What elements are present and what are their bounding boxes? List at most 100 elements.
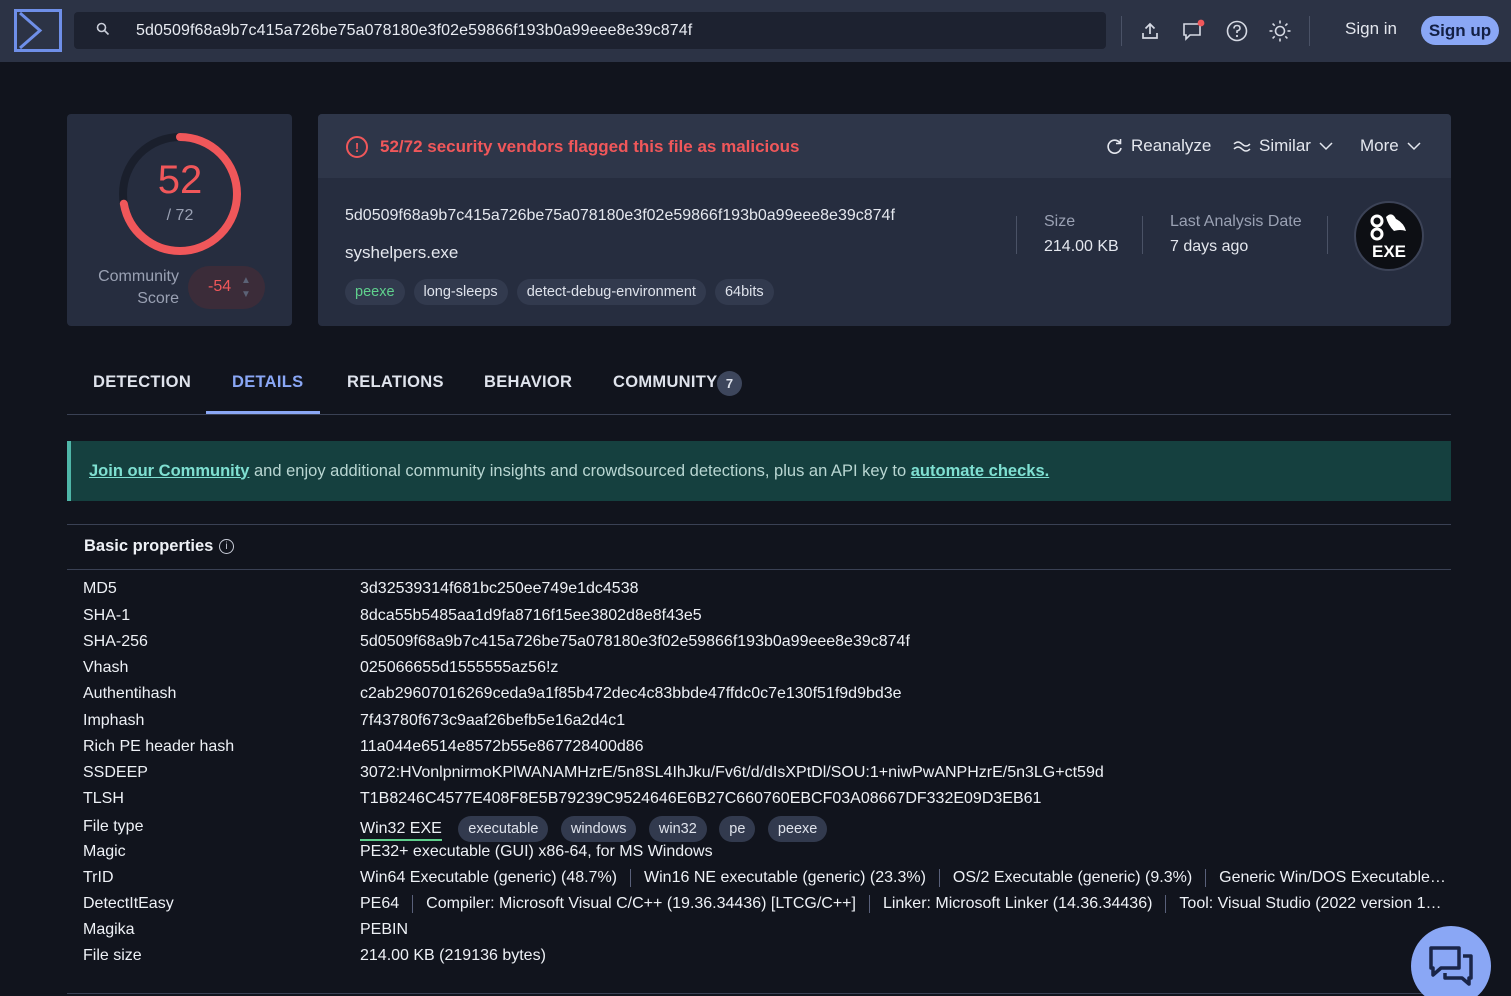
- property-key: File size: [83, 947, 142, 964]
- property-row: Imphash 7f43780f673c9aaf26befb5e16a2d4c1: [0, 711, 1511, 735]
- property-key: Vhash: [83, 659, 129, 676]
- property-key: MD5: [83, 580, 117, 597]
- tag[interactable]: long-sleeps: [413, 279, 508, 305]
- property-key: SHA-256: [83, 633, 148, 650]
- reanalyze-button[interactable]: Reanalyze: [1106, 136, 1211, 156]
- property-value[interactable]: T1B8246C4577E408F8E5B79239C9524646E6B27C…: [360, 790, 1041, 808]
- tab-community[interactable]: COMMUNITY: [613, 373, 717, 392]
- search-value: 5d0509f68a9b7c415a726be75a078180e3f02e59…: [136, 21, 693, 39]
- divider: [412, 895, 414, 913]
- community-banner: Join our Community and enjoy additional …: [67, 441, 1451, 501]
- property-value: 214.00 KB (219136 bytes): [360, 947, 546, 964]
- file-type-tag[interactable]: windows: [560, 816, 637, 842]
- detection-total: / 72: [166, 207, 194, 224]
- chat-icon: [1429, 946, 1473, 986]
- die-entry: Tool: Visual Studio (2022 version 1…: [1179, 895, 1442, 912]
- divider: [868, 895, 870, 913]
- property-value[interactable]: c2ab29607016269ceda9a1f85b472dec4c83bbde…: [360, 685, 902, 703]
- file-name: syshelpers.exe: [345, 243, 459, 262]
- property-value: PEBIN: [360, 921, 409, 938]
- trid-entry: OS/2 Executable (generic) (9.3%): [952, 869, 1193, 886]
- file-type-tag[interactable]: win32: [648, 816, 707, 842]
- property-value: Win32 EXE executable windows win32 pe pe…: [360, 816, 835, 842]
- automate-checks-link[interactable]: automate checks.: [911, 462, 1049, 481]
- property-value: PE64 Compiler: Microsoft Visual C/C++ (1…: [360, 895, 1442, 913]
- community-score-pill: -54 ▲ ▼: [188, 266, 265, 309]
- last-analysis-label: Last Analysis Date: [1170, 213, 1302, 230]
- more-dropdown[interactable]: More: [1360, 136, 1421, 156]
- property-row-file-type: File type Win32 EXE executable windows w…: [0, 816, 1511, 842]
- property-row-trid: TrID Win64 Executable (generic) (48.7%) …: [0, 868, 1511, 892]
- search-input[interactable]: 5d0509f68a9b7c415a726be75a078180e3f02e59…: [74, 12, 1106, 49]
- property-row-magika: Magika PEBIN: [0, 921, 1511, 945]
- sign-up-button[interactable]: Sign up: [1421, 16, 1499, 45]
- file-type-tag[interactable]: pe: [719, 816, 756, 842]
- trid-entry: Generic Win/DOS Executable…: [1219, 869, 1446, 886]
- property-key: TrID: [83, 869, 114, 886]
- notifications-chat-icon[interactable]: [1180, 18, 1206, 44]
- property-value[interactable]: 3d32539314f681bc250ee749e1dc4538: [360, 580, 639, 598]
- banner-text: and enjoy additional community insights …: [249, 461, 911, 480]
- file-summary-card: ! 52/72 security vendors flagged this fi…: [318, 114, 1451, 326]
- property-row: MD5 3d32539314f681bc250ee749e1dc4538: [0, 579, 1511, 603]
- property-key: TLSH: [83, 790, 124, 807]
- file-sha256: 5d0509f68a9b7c415a726be75a078180e3f02e59…: [345, 207, 895, 224]
- vote-arrows-icon[interactable]: ▲ ▼: [241, 274, 251, 302]
- exe-file-type-icon: EXE: [1354, 201, 1424, 271]
- tag[interactable]: 64bits: [714, 279, 774, 305]
- summary-header: ! 52/72 security vendors flagged this fi…: [318, 114, 1451, 178]
- size-label: Size: [1044, 213, 1076, 230]
- reanalyze-label: Reanalyze: [1131, 136, 1212, 155]
- property-key: File type: [83, 818, 144, 835]
- alert-icon: !: [346, 136, 368, 158]
- help-icon[interactable]: [1224, 18, 1250, 44]
- tab-behavior[interactable]: BEHAVIOR: [484, 373, 572, 392]
- file-type-tag[interactable]: peexe: [767, 816, 828, 842]
- file-type-tag[interactable]: executable: [458, 816, 549, 842]
- tag[interactable]: peexe: [345, 279, 405, 305]
- property-row-detectiteasy: DetectItEasy PE64 Compiler: Microsoft Vi…: [0, 894, 1511, 918]
- virustotal-logo-icon[interactable]: [14, 9, 62, 52]
- property-value[interactable]: 11a044e6514e8572b55e867728400d86: [360, 738, 644, 756]
- property-value[interactable]: 7f43780f673c9aaf26befb5e16a2d4c1: [360, 712, 625, 730]
- property-key: Magika: [83, 921, 135, 938]
- file-tags: peexe long-sleeps detect-debug-environme…: [345, 279, 774, 305]
- divider: [1309, 16, 1310, 46]
- property-row: SHA-256 5d0509f68a9b7c415a726be75a078180e…: [0, 632, 1511, 656]
- property-row-file-size: File size 214.00 KB (219136 bytes): [0, 947, 1511, 971]
- tab-details[interactable]: DETAILS: [232, 373, 303, 392]
- property-row: SSDEEP 3072:HVonlpnirmoKPlWANAMHzrE/5n8SL…: [0, 763, 1511, 787]
- property-value[interactable]: 3072:HVonlpnirmoKPlWANAMHzrE/5n8SL4IhJku…: [360, 764, 1104, 782]
- community-score-value: -54: [208, 278, 232, 295]
- join-community-link[interactable]: Join our Community: [89, 462, 249, 481]
- property-row: SHA-1 8dca55b5485aa1d9fa8716f15ee3802d8e8…: [0, 606, 1511, 630]
- property-value[interactable]: 5d0509f68a9b7c415a726be75a078180e3f02e59…: [360, 633, 910, 651]
- upload-icon[interactable]: [1137, 18, 1163, 44]
- refresh-icon: [1107, 138, 1122, 154]
- property-value[interactable]: 025066655d1555555az56!z: [360, 659, 558, 677]
- chevron-down-icon: [1407, 142, 1421, 151]
- similar-label: Similar: [1259, 136, 1311, 155]
- divider: [1121, 16, 1122, 46]
- property-row: Vhash 025066655d1555555az56!z: [0, 658, 1511, 682]
- chat-support-button[interactable]: [1411, 926, 1491, 996]
- property-value: PE32+ executable (GUI) x86-64, for MS Wi…: [360, 843, 713, 860]
- basic-properties-title: Basic properties: [84, 537, 214, 555]
- file-type-main: Win32 EXE: [360, 820, 442, 841]
- detection-score-card: 52 / 72 Community Score -54 ▲ ▼: [67, 114, 292, 326]
- divider: [1165, 895, 1167, 913]
- divider: [938, 869, 940, 887]
- trid-entry: Win64 Executable (generic) (48.7%): [360, 869, 618, 886]
- info-icon[interactable]: i: [219, 539, 234, 554]
- divider: [1327, 216, 1328, 254]
- tab-detection[interactable]: DETECTION: [93, 373, 191, 392]
- community-score-label: Community Score: [87, 266, 179, 310]
- theme-toggle-sun-icon[interactable]: [1267, 18, 1293, 44]
- community-label-line1: Community: [98, 268, 179, 285]
- similar-dropdown[interactable]: Similar: [1233, 136, 1333, 156]
- tag[interactable]: detect-debug-environment: [516, 279, 706, 305]
- sign-in-link[interactable]: Sign in: [1345, 19, 1397, 39]
- property-key: Authentihash: [83, 685, 177, 702]
- property-value[interactable]: 8dca55b5485aa1d9fa8716f15ee3802d8e8f43e5: [360, 607, 702, 625]
- tab-relations[interactable]: RELATIONS: [347, 373, 444, 392]
